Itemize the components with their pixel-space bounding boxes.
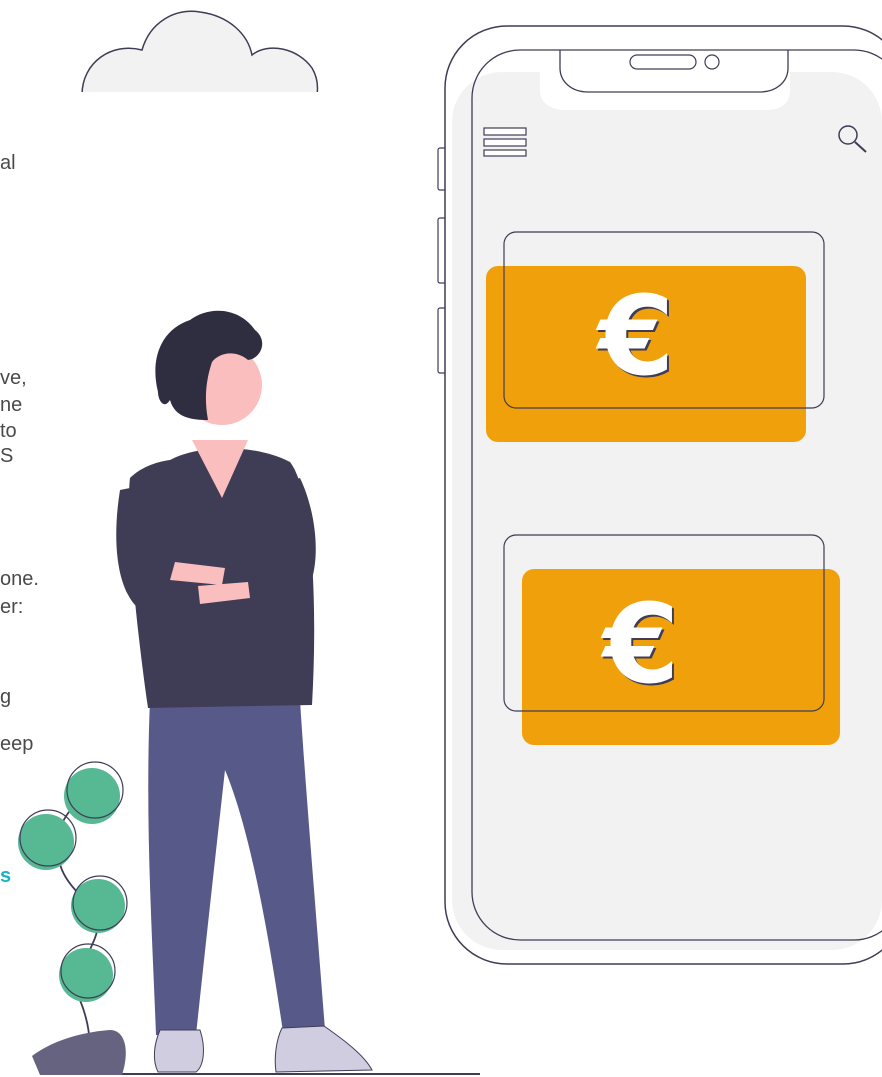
phone-screen — [452, 72, 882, 950]
euro-symbol: € — [595, 272, 675, 400]
person — [116, 310, 373, 1073]
menu-icon[interactable] — [483, 127, 527, 157]
euro-symbol: € — [600, 580, 680, 708]
phone-camera — [704, 54, 720, 70]
illustration: € € € € — [18, 10, 882, 1075]
phone-speaker — [629, 54, 697, 70]
leaf — [59, 948, 113, 1002]
leaf — [64, 768, 120, 824]
plant — [18, 761, 128, 1075]
cloud — [70, 10, 330, 104]
phone — [437, 25, 882, 965]
leaf — [71, 879, 125, 933]
leaf — [18, 814, 74, 870]
rock — [32, 1030, 126, 1075]
